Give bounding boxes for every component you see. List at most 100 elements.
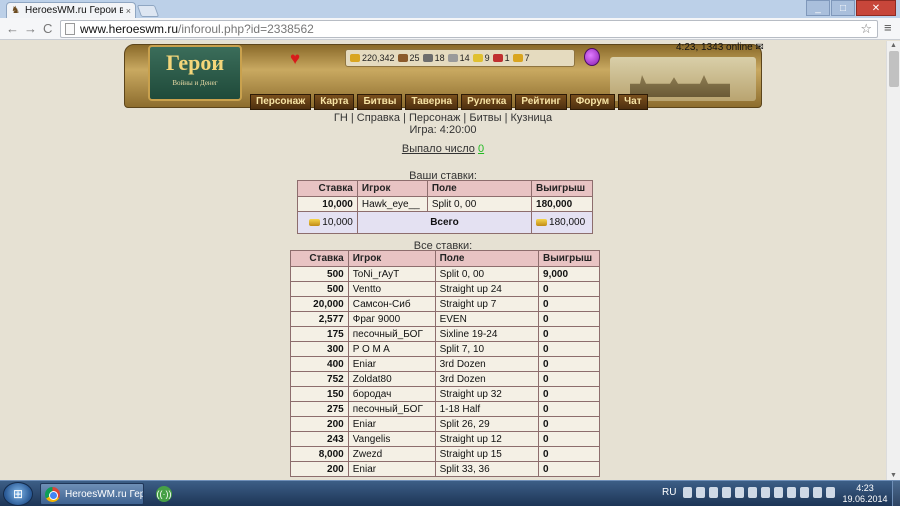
bet-row: 300 P O M A Split 7, 10 0 bbox=[290, 341, 600, 357]
tray-icon[interactable] bbox=[800, 487, 809, 498]
bet-win-cell: 0 bbox=[538, 296, 600, 312]
scrollbar-thumb[interactable] bbox=[889, 51, 899, 87]
close-window-button[interactable]: ✕ bbox=[856, 0, 896, 16]
scroll-up-icon[interactable]: ▲ bbox=[890, 42, 897, 49]
show-desktop-button[interactable] bbox=[892, 481, 900, 506]
gold-icon bbox=[350, 54, 360, 62]
bet-player-cell[interactable]: песочный_БОГ bbox=[347, 326, 436, 342]
address-bar[interactable]: www.heroeswm.ru/inforoul.php?id=2338562 … bbox=[60, 20, 878, 38]
tab-close-icon[interactable]: × bbox=[126, 6, 131, 16]
crystals-value: 1 bbox=[504, 53, 510, 63]
bet-player-cell[interactable]: бородач bbox=[347, 386, 436, 402]
tray-icon[interactable] bbox=[735, 487, 744, 498]
chrome-menu-icon[interactable]: ≡ bbox=[884, 21, 894, 34]
bet-player-cell[interactable]: Eniar bbox=[347, 356, 436, 372]
bet-row: 400 Eniar 3rd Dozen 0 bbox=[290, 356, 600, 372]
maximize-button[interactable]: □ bbox=[831, 0, 855, 16]
bet-player-cell[interactable]: Zwezd bbox=[347, 446, 436, 462]
bet-field-cell: Straight up 15 bbox=[434, 446, 540, 462]
bet-win-cell: 0 bbox=[538, 461, 600, 477]
bet-player-cell[interactable]: ToNi_rAyT bbox=[347, 266, 436, 282]
game-menu-item[interactable]: Рулетка bbox=[461, 94, 513, 110]
back-arrow-icon[interactable]: ← bbox=[6, 21, 19, 36]
bookmark-star-icon[interactable]: ☆ bbox=[860, 21, 872, 37]
bet-player-cell[interactable]: Ventto bbox=[347, 281, 436, 297]
bet-win-cell: 0 bbox=[538, 341, 600, 357]
language-indicator[interactable]: RU bbox=[662, 487, 676, 498]
sub-link[interactable]: Кузница bbox=[511, 112, 553, 124]
result-label: Выпало число bbox=[401, 143, 475, 155]
gems-icon bbox=[512, 54, 523, 62]
game-menu-item[interactable]: Чат bbox=[618, 94, 648, 110]
game-menu-item[interactable]: Битвы bbox=[357, 94, 403, 110]
header-stake: Ставка bbox=[290, 250, 349, 267]
mail-icon[interactable]: ✉ bbox=[756, 42, 764, 53]
health-heart-icon: ♥ bbox=[290, 49, 301, 68]
bet-stake-cell: 752 bbox=[290, 371, 349, 387]
sub-link[interactable]: ГН bbox=[334, 112, 348, 124]
bet-player-cell[interactable]: песочный_БОГ bbox=[347, 401, 436, 417]
bet-player-cell[interactable]: Zoldat80 bbox=[347, 371, 436, 387]
taskbar-chrome-button[interactable]: HeroesWM.ru Гер... bbox=[40, 483, 144, 505]
tray-icon[interactable] bbox=[696, 487, 705, 498]
bet-player-cell[interactable]: P O M A bbox=[347, 341, 436, 357]
start-button[interactable]: ⊞ bbox=[3, 482, 33, 506]
bet-player-cell[interactable]: Eniar bbox=[347, 416, 436, 432]
game-menu-item[interactable]: Карта bbox=[314, 94, 355, 110]
clock-time: 4:23 bbox=[856, 483, 874, 493]
bet-row: 275 песочный_БОГ 1-18 Half 0 bbox=[290, 401, 600, 417]
tray-icon[interactable] bbox=[722, 487, 731, 498]
new-tab-button[interactable] bbox=[136, 5, 160, 17]
tray-icon[interactable] bbox=[774, 487, 783, 498]
tray-icon[interactable] bbox=[813, 487, 822, 498]
scroll-down-icon[interactable]: ▼ bbox=[890, 472, 897, 479]
bet-player-cell[interactable]: Hawk_eye__ bbox=[356, 196, 428, 212]
tray-icon[interactable] bbox=[709, 487, 718, 498]
resource-gold: 220,342 bbox=[350, 53, 395, 63]
gold-icon bbox=[309, 218, 321, 226]
tray-icon[interactable] bbox=[787, 487, 796, 498]
game-menu: Персонаж Карта Битвы Таверна Рулетка Рейтинг Ф… bbox=[250, 94, 651, 110]
total-win: 180,000 bbox=[549, 217, 586, 228]
reload-icon[interactable]: C bbox=[43, 21, 52, 36]
taskbar-app-button[interactable]: ((·)) bbox=[152, 484, 176, 504]
bet-player-cell[interactable]: Eniar bbox=[347, 461, 436, 477]
tray-icon[interactable] bbox=[761, 487, 770, 498]
browser-tab[interactable]: ♞ HeroesWM.ru Герои войн × bbox=[6, 2, 136, 18]
tray-icon[interactable] bbox=[683, 487, 692, 498]
game-time-link[interactable]: Игра: 4:20:00 bbox=[410, 124, 477, 136]
total-win-cell: 180,000 bbox=[531, 211, 593, 234]
taskbar-chrome-label: HeroesWM.ru Гер... bbox=[65, 488, 144, 500]
bet-win-cell: 0 bbox=[538, 431, 600, 447]
game-menu-item[interactable]: Форум bbox=[569, 94, 616, 110]
your-bets-header-row: Ставка Игрок Поле Выигрыш bbox=[297, 180, 593, 197]
online-text: 4:23, 1343 online bbox=[676, 42, 753, 53]
game-menu-item[interactable]: Персонаж bbox=[250, 94, 312, 110]
sub-link[interactable]: Справка bbox=[357, 112, 400, 124]
bet-player-cell[interactable]: Самсон-Сиб bbox=[347, 296, 436, 312]
game-menu-item[interactable]: Рейтинг bbox=[515, 94, 567, 110]
game-menu-item[interactable]: Таверна bbox=[405, 94, 459, 110]
bet-win-cell: 0 bbox=[538, 446, 600, 462]
game-logo[interactable]: Герои Войны и Денег bbox=[148, 45, 242, 101]
bet-player-cell[interactable]: Фраг 9000 bbox=[347, 311, 436, 327]
header-win: Выигрыш bbox=[531, 180, 593, 197]
all-bets-table: Ставка Игрок Поле Выигрыш 500 ToNi_rAyT Sp… bbox=[290, 250, 600, 477]
bet-row: 175 песочный_БОГ Sixline 19-24 0 bbox=[290, 326, 600, 342]
forward-arrow-icon[interactable]: → bbox=[24, 21, 37, 36]
header-field: Поле bbox=[426, 180, 533, 197]
sub-links: ГН | Справка | Персонаж | Битвы | Кузниц… bbox=[0, 112, 886, 124]
page-scrollbar[interactable]: ▲ ▼ bbox=[886, 41, 900, 480]
bet-stake-cell: 10,000 bbox=[297, 196, 358, 212]
logo-subtitle: Войны и Денег bbox=[172, 79, 218, 87]
tray-icon[interactable] bbox=[748, 487, 757, 498]
system-clock[interactable]: 4:23 19.06.2014 bbox=[842, 483, 888, 505]
tray-icon[interactable] bbox=[826, 487, 835, 498]
sulfur-icon bbox=[472, 54, 483, 62]
sub-link[interactable]: Битвы bbox=[469, 112, 501, 124]
header-field: Поле bbox=[434, 250, 540, 267]
minimize-button[interactable]: _ bbox=[806, 0, 830, 16]
sub-link[interactable]: Персонаж bbox=[409, 112, 460, 124]
bet-player-cell[interactable]: Vangelis bbox=[347, 431, 436, 447]
ore-icon bbox=[422, 54, 433, 62]
